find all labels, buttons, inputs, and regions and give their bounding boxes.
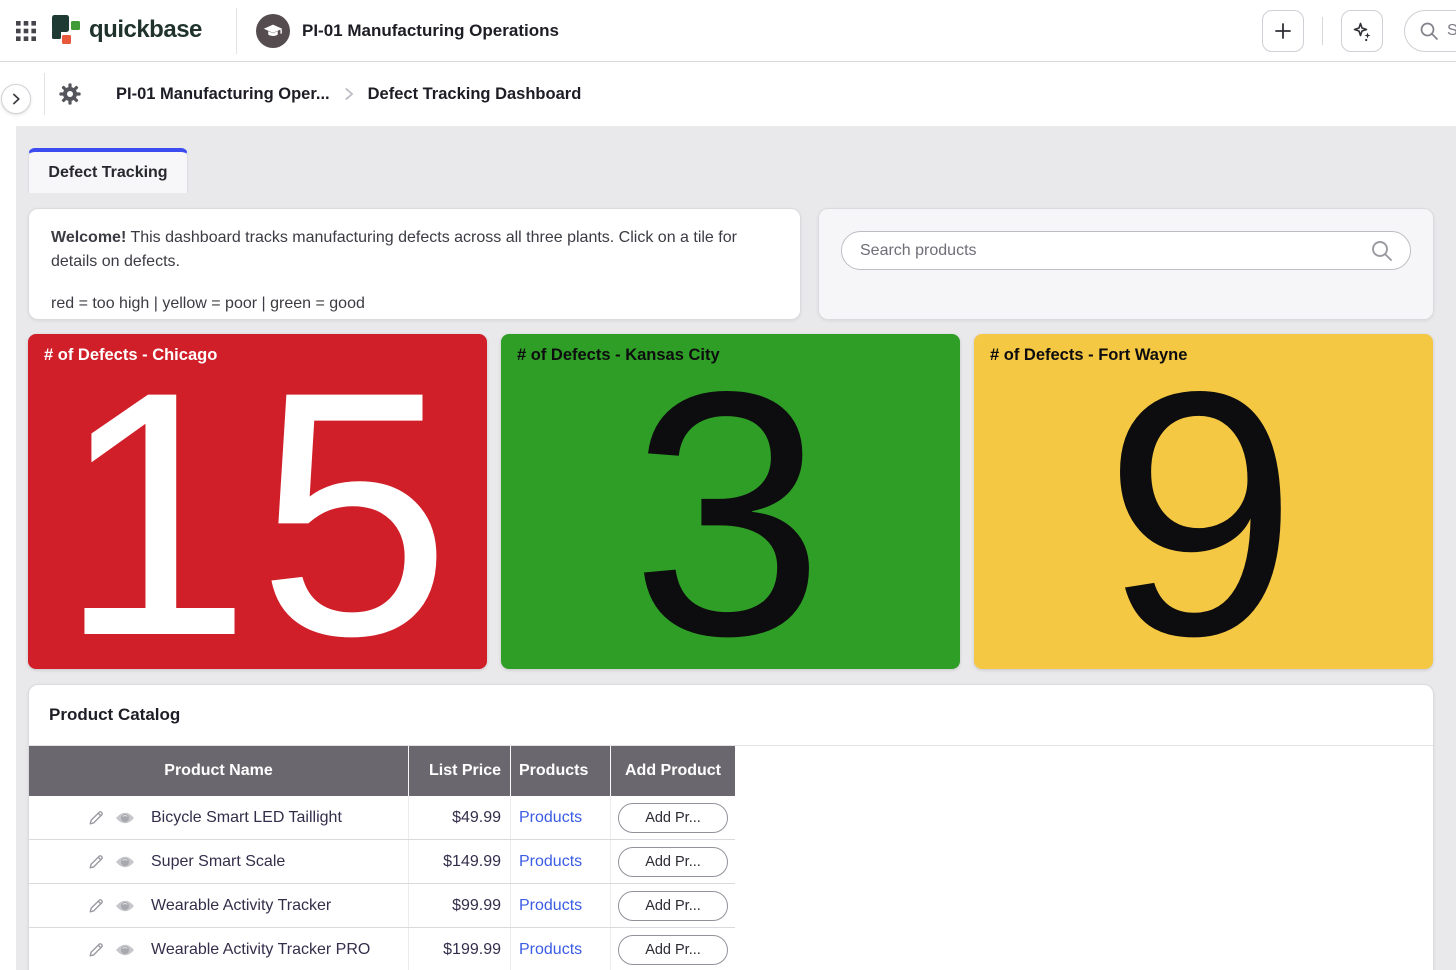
grid-icon: [13, 18, 39, 44]
view-record-icon[interactable]: [115, 855, 135, 869]
column-header-add-product: Add Product: [611, 746, 735, 796]
table-row: Bicycle Smart LED Taillight $49.99 Produ…: [29, 796, 735, 840]
product-table: Product Name List Price Products Add Pro…: [29, 746, 735, 970]
settings-button[interactable]: [58, 82, 82, 106]
plus-icon: [1272, 20, 1294, 42]
create-new-button[interactable]: [1262, 10, 1304, 52]
header-divider: [236, 8, 237, 54]
tile-defects-chicago[interactable]: # of Defects - Chicago 15: [28, 334, 487, 669]
sparkles-icon: [1350, 19, 1374, 43]
view-record-icon[interactable]: [115, 943, 135, 957]
edit-record-icon[interactable]: [87, 941, 105, 959]
products-link[interactable]: Products: [519, 897, 582, 915]
quickbase-logo-mark: [52, 15, 80, 45]
view-record-icon[interactable]: [115, 899, 135, 913]
color-legend: red = too high | yellow = poor | green =…: [51, 292, 778, 316]
current-app-chip[interactable]: PI-01 Manufacturing Operations: [256, 14, 559, 48]
product-search-field[interactable]: [841, 231, 1411, 270]
gear-icon: [58, 82, 82, 106]
table-body: Bicycle Smart LED Taillight $49.99 Produ…: [29, 796, 735, 970]
add-product-button[interactable]: Add Pr...: [618, 935, 728, 965]
edit-record-icon[interactable]: [87, 897, 105, 915]
sidebar-expand-button[interactable]: [1, 84, 31, 114]
breadcrumb-page-label: Defect Tracking Dashboard: [368, 85, 582, 104]
tab-defect-tracking[interactable]: Defect Tracking: [28, 148, 188, 193]
app-avatar: [256, 14, 290, 48]
chevron-right-icon: [9, 92, 23, 106]
view-record-icon[interactable]: [115, 811, 135, 825]
table-header-row: Product Name List Price Products Add Pro…: [29, 746, 735, 796]
search-icon: [1370, 239, 1394, 263]
breadcrumb-bar: PI-01 Manufacturing Oper... Defect Track…: [0, 62, 1456, 126]
breadcrumb-app-link[interactable]: PI-01 Manufacturing Oper...: [116, 85, 330, 104]
product-name: Wearable Activity Tracker PRO: [151, 941, 370, 959]
welcome-body: This dashboard tracks manufacturing defe…: [51, 229, 737, 270]
global-search-input[interactable]: [1447, 22, 1456, 40]
product-search-input[interactable]: [860, 242, 1370, 260]
breadcrumb: PI-01 Manufacturing Oper... Defect Track…: [116, 62, 581, 126]
welcome-panel: Welcome! This dashboard tracks manufactu…: [28, 208, 801, 320]
tile-value: 9: [974, 359, 1433, 669]
search-icon: [1419, 21, 1439, 41]
app-title: PI-01 Manufacturing Operations: [302, 21, 559, 41]
table-row: Wearable Activity Tracker $99.99 Product…: [29, 884, 735, 928]
products-link[interactable]: Products: [519, 809, 582, 827]
chevron-right-icon: [340, 85, 358, 103]
column-header-product-name: Product Name: [29, 746, 409, 796]
graduation-cap-icon: [262, 20, 284, 42]
list-price: $149.99: [409, 840, 511, 883]
header-divider: [1322, 17, 1323, 45]
products-link[interactable]: Products: [519, 941, 582, 959]
welcome-title: Welcome!: [51, 229, 126, 246]
table-row: Wearable Activity Tracker PRO $199.99 Pr…: [29, 928, 735, 970]
edit-record-icon[interactable]: [87, 809, 105, 827]
products-link[interactable]: Products: [519, 853, 582, 871]
tile-value: 15: [28, 359, 487, 669]
column-header-list-price: List Price: [409, 746, 511, 796]
ai-assistant-button[interactable]: [1341, 10, 1383, 52]
product-name: Super Smart Scale: [151, 853, 285, 871]
add-product-button[interactable]: Add Pr...: [618, 803, 728, 833]
product-name: Wearable Activity Tracker: [151, 897, 331, 915]
search-products-panel: [818, 208, 1434, 320]
global-search-field[interactable]: [1404, 10, 1456, 52]
tile-value: 3: [501, 359, 960, 669]
app-launcher-grid-icon[interactable]: [13, 18, 39, 44]
list-price: $49.99: [409, 796, 511, 839]
list-price: $199.99: [409, 928, 511, 970]
breadcrumb-divider: [44, 73, 45, 115]
quickbase-logo[interactable]: quickbase: [52, 15, 202, 45]
table-row: Super Smart Scale $149.99 Products Add P…: [29, 840, 735, 884]
tile-defects-fort-wayne[interactable]: # of Defects - Fort Wayne 9: [974, 334, 1433, 669]
list-price: $99.99: [409, 884, 511, 927]
column-header-products: Products: [511, 746, 611, 796]
tile-defects-kansas-city[interactable]: # of Defects - Kansas City 3: [501, 334, 960, 669]
product-catalog-panel: Product Catalog Product Name List Price …: [28, 684, 1434, 970]
top-header: quickbase PI-01 Manufacturing Operations: [0, 0, 1456, 62]
add-product-button[interactable]: Add Pr...: [618, 847, 728, 877]
product-name: Bicycle Smart LED Taillight: [151, 809, 342, 827]
quickbase-wordmark: quickbase: [89, 16, 202, 44]
left-rail: [0, 126, 16, 970]
catalog-title: Product Catalog: [49, 705, 180, 725]
edit-record-icon[interactable]: [87, 853, 105, 871]
welcome-text: Welcome! This dashboard tracks manufactu…: [51, 226, 778, 274]
add-product-button[interactable]: Add Pr...: [618, 891, 728, 921]
